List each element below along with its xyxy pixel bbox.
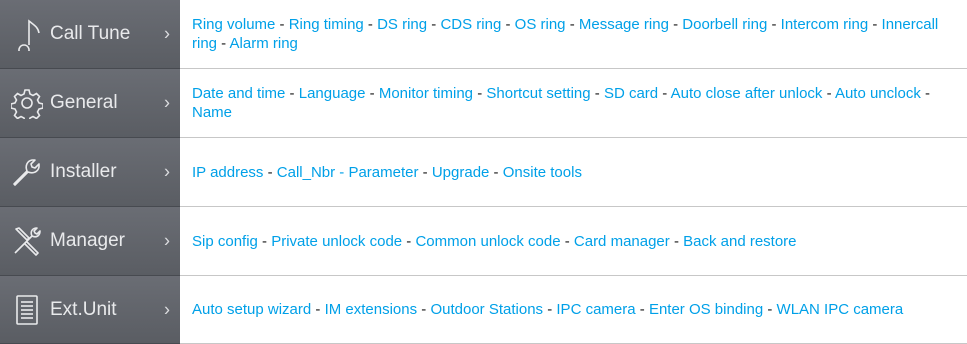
menu-row-ext-unit: Ext.Unit › Auto setup wizard - IM extens…	[0, 276, 967, 344]
link-call-nbr-parameter[interactable]: Call_Nbr - Parameter	[277, 164, 419, 181]
link-doorbell-ring[interactable]: Doorbell ring	[682, 16, 767, 33]
separator: -	[669, 232, 684, 250]
link-sip-config[interactable]: Sip config	[192, 233, 258, 250]
category-label: Installer	[50, 161, 117, 182]
separator: -	[767, 16, 781, 33]
link-ds-ring[interactable]: DS ring	[377, 16, 427, 33]
separator: -	[668, 16, 683, 33]
link-card-manager[interactable]: Card manager	[574, 233, 670, 250]
separator: -	[263, 163, 277, 181]
link-language[interactable]: Language	[299, 85, 366, 102]
chevron-right-icon: ›	[164, 92, 170, 113]
link-common-unlock-code[interactable]: Common unlock code	[415, 233, 560, 250]
separator: -	[402, 232, 416, 250]
link-ipc-camera[interactable]: IPC camera	[556, 301, 635, 318]
link-intercom-ring[interactable]: Intercom ring	[781, 16, 869, 33]
link-auto-setup-wizard[interactable]: Auto setup wizard	[192, 301, 311, 318]
link-monitor-timing[interactable]: Monitor timing	[379, 85, 473, 102]
separator: -	[363, 16, 378, 33]
separator: -	[257, 232, 272, 250]
link-auto-unclock[interactable]: Auto unclock	[835, 85, 921, 102]
link-ring-timing[interactable]: Ring timing	[289, 16, 364, 33]
separator: -	[285, 85, 299, 102]
menu-row-manager: Manager › Sip config - Private unlock co…	[0, 207, 967, 276]
separator: -	[418, 163, 432, 181]
separator: -	[590, 85, 604, 102]
category-call-tune[interactable]: Call Tune ›	[0, 0, 180, 69]
settings-menu-table: Call Tune › Ring volume - Ring timing - …	[0, 0, 967, 344]
separator: -	[275, 16, 289, 33]
separator: -	[365, 85, 379, 102]
link-sd-card[interactable]: SD card	[604, 85, 658, 102]
link-outdoor-stations[interactable]: Outdoor Stations	[430, 301, 543, 318]
link-enter-os-binding[interactable]: Enter OS binding	[649, 301, 763, 318]
links-call-tune: Ring volume - Ring timing - DS ring - CD…	[180, 0, 967, 69]
tools-icon	[10, 224, 44, 258]
link-message-ring[interactable]: Message ring	[579, 16, 669, 33]
links-installer: IP address - Call_Nbr - Parameter - Upgr…	[180, 138, 967, 207]
link-ip-address[interactable]: IP address	[192, 164, 263, 181]
document-icon	[10, 293, 44, 327]
category-label: General	[50, 92, 118, 113]
link-ring-volume[interactable]: Ring volume	[192, 16, 275, 33]
link-im-extensions[interactable]: IM extensions	[325, 301, 418, 318]
separator: -	[501, 16, 515, 33]
category-general[interactable]: General ›	[0, 69, 180, 138]
separator: -	[658, 85, 671, 102]
link-upgrade[interactable]: Upgrade	[432, 164, 490, 181]
separator: -	[311, 301, 325, 318]
chevron-right-icon: ›	[164, 23, 170, 44]
separator: -	[427, 16, 441, 33]
separator: -	[473, 85, 487, 102]
category-label: Call Tune	[50, 23, 131, 44]
category-ext-unit[interactable]: Ext.Unit ›	[0, 276, 180, 344]
separator: -	[868, 16, 882, 33]
link-alarm-ring[interactable]: Alarm ring	[230, 35, 298, 52]
wrench-icon	[10, 155, 44, 189]
category-label: Ext.Unit	[50, 298, 117, 320]
separator: -	[635, 301, 649, 318]
separator: -	[543, 301, 557, 318]
separator: -	[417, 301, 431, 318]
link-onsite-tools[interactable]: Onsite tools	[503, 164, 582, 181]
separator: -	[565, 16, 579, 33]
links-ext-unit: Auto setup wizard - IM extensions - Outd…	[180, 276, 967, 344]
link-cds-ring[interactable]: CDS ring	[440, 16, 501, 33]
separator: -	[489, 163, 503, 181]
link-date-and-time[interactable]: Date and time	[192, 85, 285, 102]
category-installer[interactable]: Installer ›	[0, 138, 180, 207]
link-wlan-ipc-camera[interactable]: WLAN IPC camera	[777, 301, 904, 318]
separator: -	[920, 85, 930, 102]
links-manager: Sip config - Private unlock code - Commo…	[180, 207, 967, 276]
menu-row-general: General › Date and time - Language - Mon…	[0, 69, 967, 138]
link-name[interactable]: Name	[192, 104, 232, 121]
menu-row-installer: Installer › IP address - Call_Nbr - Para…	[0, 138, 967, 207]
separator: -	[217, 35, 230, 52]
link-auto-close-after-unlock[interactable]: Auto close after unlock	[671, 85, 823, 102]
category-manager[interactable]: Manager ›	[0, 207, 180, 276]
separator: -	[822, 85, 835, 102]
link-shortcut-setting[interactable]: Shortcut setting	[486, 85, 590, 102]
link-back-and-restore[interactable]: Back and restore	[683, 233, 796, 250]
separator: -	[560, 232, 574, 250]
separator: -	[763, 301, 777, 318]
gear-icon	[10, 86, 44, 120]
chevron-right-icon: ›	[164, 230, 170, 251]
menu-row-call-tune: Call Tune › Ring volume - Ring timing - …	[0, 0, 967, 69]
chevron-right-icon: ›	[164, 299, 170, 319]
music-note-icon	[10, 17, 44, 51]
link-private-unlock-code[interactable]: Private unlock code	[271, 233, 402, 250]
chevron-right-icon: ›	[164, 161, 170, 182]
link-os-ring[interactable]: OS ring	[515, 16, 566, 33]
category-label: Manager	[50, 230, 125, 251]
links-general: Date and time - Language - Monitor timin…	[180, 69, 967, 138]
